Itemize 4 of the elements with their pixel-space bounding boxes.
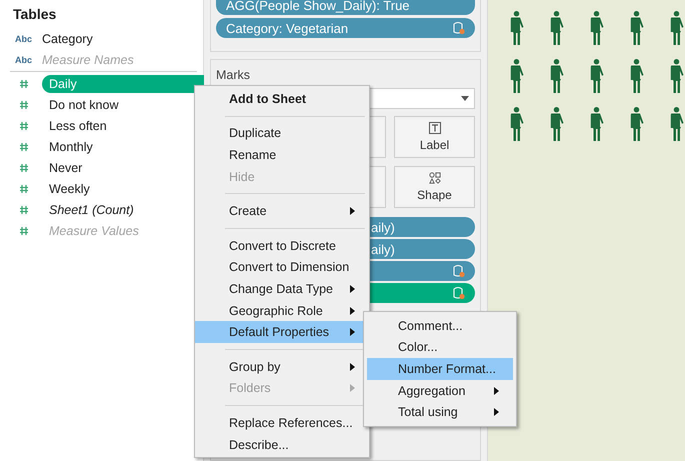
string-type-label: Abc	[14, 34, 34, 44]
pane-title: Tables	[12, 6, 58, 24]
string-type-label: Abc	[14, 54, 34, 64]
marks-title: Marks	[216, 68, 252, 84]
